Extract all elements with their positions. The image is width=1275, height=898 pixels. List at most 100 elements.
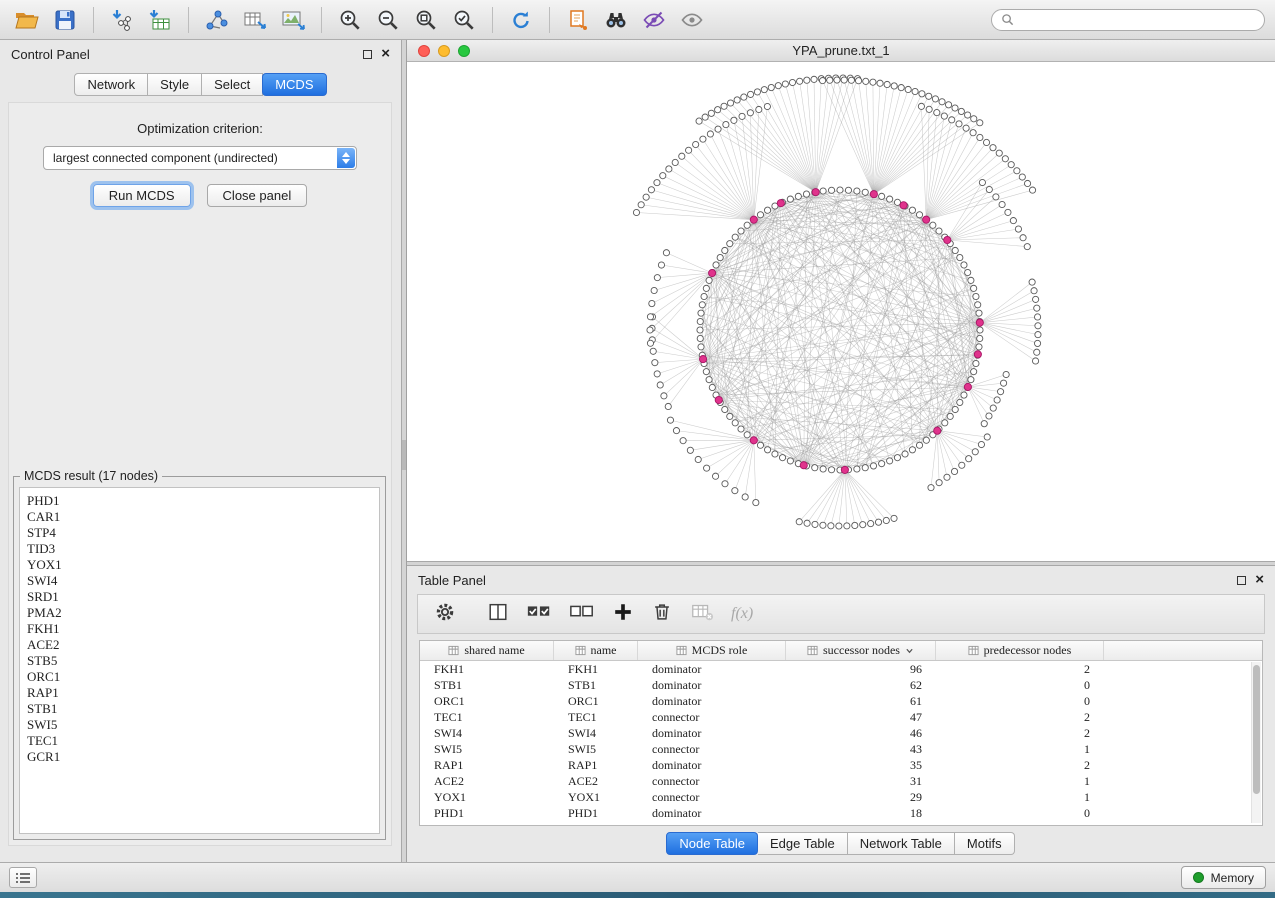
mcds-result-group: MCDS result (17 nodes) PHD1CAR1STP4TID3Y… [13, 469, 386, 840]
deselect-all-button[interactable] [569, 601, 595, 628]
hide-selected-button[interactable] [637, 5, 671, 35]
mcds-result-item[interactable]: STB1 [27, 701, 379, 717]
export-image-button[interactable] [276, 5, 310, 35]
delete-column-button[interactable] [651, 601, 673, 628]
close-panel-icon[interactable]: × [381, 49, 390, 59]
mcds-result-item[interactable]: GCR1 [27, 749, 379, 765]
table-row[interactable]: FKH1FKH1dominator962 [420, 661, 1262, 677]
cell-name: ACE2 [554, 773, 638, 789]
cell-successor-nodes: 43 [786, 741, 936, 757]
mcds-result-item[interactable]: PHD1 [27, 493, 379, 509]
mcds-result-item[interactable]: STB5 [27, 653, 379, 669]
mcds-result-item[interactable]: TID3 [27, 541, 379, 557]
tab-motifs[interactable]: Motifs [955, 832, 1015, 855]
column-header-predecessor-nodes[interactable]: predecessor nodes [936, 641, 1104, 660]
table-row[interactable]: SWI4SWI4dominator462 [420, 725, 1262, 741]
tab-network-table[interactable]: Network Table [848, 832, 955, 855]
cell-name: YOX1 [554, 789, 638, 805]
mcds-result-item[interactable]: YOX1 [27, 557, 379, 573]
first-neighbors-button[interactable] [599, 5, 633, 35]
zoom-selected-button[interactable] [447, 5, 481, 35]
mcds-result-list[interactable]: PHD1CAR1STP4TID3YOX1SWI4SRD1PMA2FKH1ACE2… [19, 487, 380, 834]
zoom-fit-button[interactable] [409, 5, 443, 35]
mcds-panel: Optimization criterion: largest connecte… [8, 102, 392, 846]
tab-select[interactable]: Select [202, 73, 263, 96]
mcds-result-item[interactable]: CAR1 [27, 509, 379, 525]
export-table-button[interactable] [238, 5, 272, 35]
splitter-grip[interactable] [402, 440, 406, 470]
optimization-criterion-select[interactable]: largest connected component (undirected) [43, 146, 357, 170]
show-hidden-button[interactable] [675, 5, 709, 35]
mcds-result-item[interactable]: SWI5 [27, 717, 379, 733]
table-panel-title: Table Panel [418, 573, 486, 588]
network-canvas[interactable] [407, 62, 1275, 561]
toolbar-separator [188, 7, 189, 33]
zoom-out-button[interactable] [371, 5, 405, 35]
import-table-disabled-icon [690, 601, 714, 623]
mcds-result-item[interactable]: SWI4 [27, 573, 379, 589]
float-panel-icon[interactable] [1237, 576, 1246, 585]
table-row[interactable]: STB1STB1dominator620 [420, 677, 1262, 693]
run-mcds-button[interactable]: Run MCDS [93, 184, 191, 207]
tab-mcds[interactable]: MCDS [262, 73, 326, 96]
mcds-result-item[interactable]: PMA2 [27, 605, 379, 621]
cell-filler [1104, 757, 1262, 773]
mcds-result-item[interactable]: TEC1 [27, 733, 379, 749]
column-header-name[interactable]: name [554, 641, 638, 660]
search-input[interactable] [1019, 13, 1255, 27]
tab-node-table[interactable]: Node Table [666, 832, 758, 855]
new-network-button[interactable] [200, 5, 234, 35]
close-panel-icon[interactable]: × [1255, 575, 1264, 585]
table-settings-button[interactable] [434, 601, 456, 628]
zoom-in-button[interactable] [333, 5, 367, 35]
column-header-shared-name[interactable]: shared name [420, 641, 554, 660]
column-layout-button[interactable] [487, 601, 509, 628]
cell-name: SWI5 [554, 741, 638, 757]
float-panel-icon[interactable] [363, 50, 372, 59]
import-table-button[interactable] [143, 5, 177, 35]
table-row[interactable]: YOX1YOX1connector291 [420, 789, 1262, 805]
cell-filler [1104, 725, 1262, 741]
column-header-mcds-role[interactable]: MCDS role [638, 641, 786, 660]
clone-document-icon [566, 8, 590, 32]
table-row[interactable]: TEC1TEC1connector472 [420, 709, 1262, 725]
add-column-button[interactable] [612, 601, 634, 628]
table-row[interactable]: ORC1ORC1dominator610 [420, 693, 1262, 709]
mcds-result-item[interactable]: STP4 [27, 525, 379, 541]
save-button[interactable] [48, 5, 82, 35]
task-history-button[interactable] [9, 867, 37, 888]
column-header-successor-nodes[interactable]: successor nodes [786, 641, 936, 660]
mcds-result-item[interactable]: RAP1 [27, 685, 379, 701]
minimize-window-button[interactable] [438, 45, 450, 57]
tab-style[interactable]: Style [148, 73, 202, 96]
close-window-button[interactable] [418, 45, 430, 57]
scrollbar-thumb[interactable] [1253, 665, 1260, 794]
table-row[interactable]: RAP1RAP1dominator352 [420, 757, 1262, 773]
network-titlebar[interactable]: YPA_prune.txt_1 [407, 40, 1275, 62]
cell-mcds-role: connector [638, 741, 786, 757]
zoom-window-button[interactable] [458, 45, 470, 57]
mcds-result-item[interactable]: ORC1 [27, 669, 379, 685]
table-row[interactable]: ACE2ACE2connector311 [420, 773, 1262, 789]
tab-network[interactable]: Network [74, 73, 148, 96]
column-header-filler [1104, 641, 1262, 660]
mcds-result-item[interactable]: ACE2 [27, 637, 379, 653]
table-row[interactable]: PHD1PHD1dominator180 [420, 805, 1262, 821]
import-network-button[interactable] [105, 5, 139, 35]
network-graph[interactable] [407, 62, 1275, 561]
search-box[interactable] [991, 9, 1265, 31]
table-row[interactable]: SWI5SWI5connector431 [420, 741, 1262, 757]
mcds-result-title: MCDS result (17 nodes) [20, 469, 162, 483]
zoom-in-icon [338, 8, 362, 32]
mcds-result-item[interactable]: SRD1 [27, 589, 379, 605]
select-all-button[interactable] [526, 601, 552, 628]
refresh-button[interactable] [504, 5, 538, 35]
memory-button[interactable]: Memory [1181, 866, 1266, 889]
open-button[interactable] [10, 5, 44, 35]
table-scrollbar[interactable] [1251, 662, 1261, 823]
clone-network-button[interactable] [561, 5, 595, 35]
close-panel-button[interactable]: Close panel [207, 184, 308, 207]
mcds-result-item[interactable]: FKH1 [27, 621, 379, 637]
tab-edge-table[interactable]: Edge Table [758, 832, 848, 855]
cell-filler [1104, 709, 1262, 725]
